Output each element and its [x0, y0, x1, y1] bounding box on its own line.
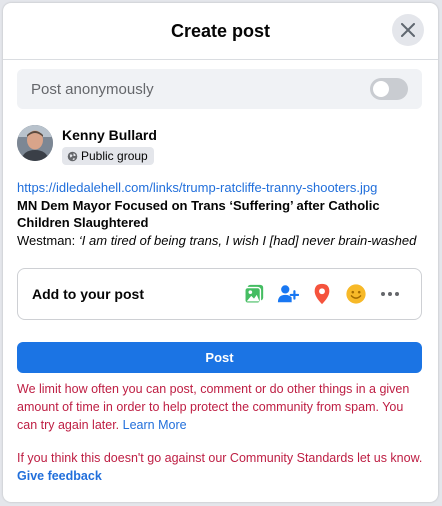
post-headline: MN Dem Mayor Focused on Trans ‘Suffering… [17, 197, 380, 231]
add-to-post-box: Add to your post [17, 268, 422, 320]
more-options-button[interactable] [373, 277, 407, 311]
rate-limit-text: We limit how often you can post, comment… [17, 382, 410, 432]
location-icon [314, 283, 330, 305]
quote-prefix: Westman: [17, 232, 76, 248]
feeling-button[interactable] [339, 277, 373, 311]
close-button[interactable] [392, 14, 424, 46]
author-block: Kenny Bullard Public group [17, 125, 157, 167]
post-button[interactable]: Post [17, 342, 422, 373]
add-to-post-label: Add to your post [32, 286, 144, 302]
avatar-image [17, 125, 53, 161]
create-post-dialog: Create post Post anonymously Kenny Bulla… [3, 3, 438, 502]
toggle-knob [373, 81, 389, 97]
learn-more-link[interactable]: Learn More [123, 418, 187, 432]
feedback-message: If you think this doesn't go against our… [17, 449, 425, 485]
photo-video-button[interactable] [237, 277, 271, 311]
globe-icon [67, 151, 78, 161]
post-anonymously-toggle[interactable] [370, 78, 408, 100]
add-to-post-icons [237, 277, 407, 311]
post-quote: Westman: ‘I am tired of being trans, I w… [17, 232, 427, 250]
author-name[interactable]: Kenny Bullard [62, 126, 157, 144]
author-info: Kenny Bullard Public group [62, 125, 157, 167]
post-text[interactable]: https://idledalehell.com/links/trump-rat… [17, 179, 427, 249]
give-feedback-link[interactable]: Give feedback [17, 469, 102, 483]
post-anonymously-row: Post anonymously [17, 69, 422, 109]
post-anonymously-label: Post anonymously [31, 80, 154, 98]
rate-limit-warning: We limit how often you can post, comment… [17, 380, 425, 434]
feeling-icon [346, 284, 366, 304]
audience-badge[interactable]: Public group [62, 147, 154, 165]
audience-label: Public group [81, 149, 148, 163]
location-button[interactable] [305, 277, 339, 311]
tag-people-button[interactable] [271, 277, 305, 311]
close-icon [401, 23, 415, 37]
dialog-header: Create post [3, 3, 438, 60]
more-icon [381, 292, 399, 296]
avatar[interactable] [17, 125, 53, 161]
feedback-text: If you think this doesn't go against our… [17, 451, 423, 465]
photo-video-icon [244, 284, 264, 304]
dialog-title: Create post [170, 20, 271, 41]
post-link[interactable]: https://idledalehell.com/links/trump-rat… [17, 179, 427, 197]
quote-text: ‘I am tired of being trans, I wish I [ha… [78, 232, 417, 248]
tag-people-icon [277, 285, 299, 303]
